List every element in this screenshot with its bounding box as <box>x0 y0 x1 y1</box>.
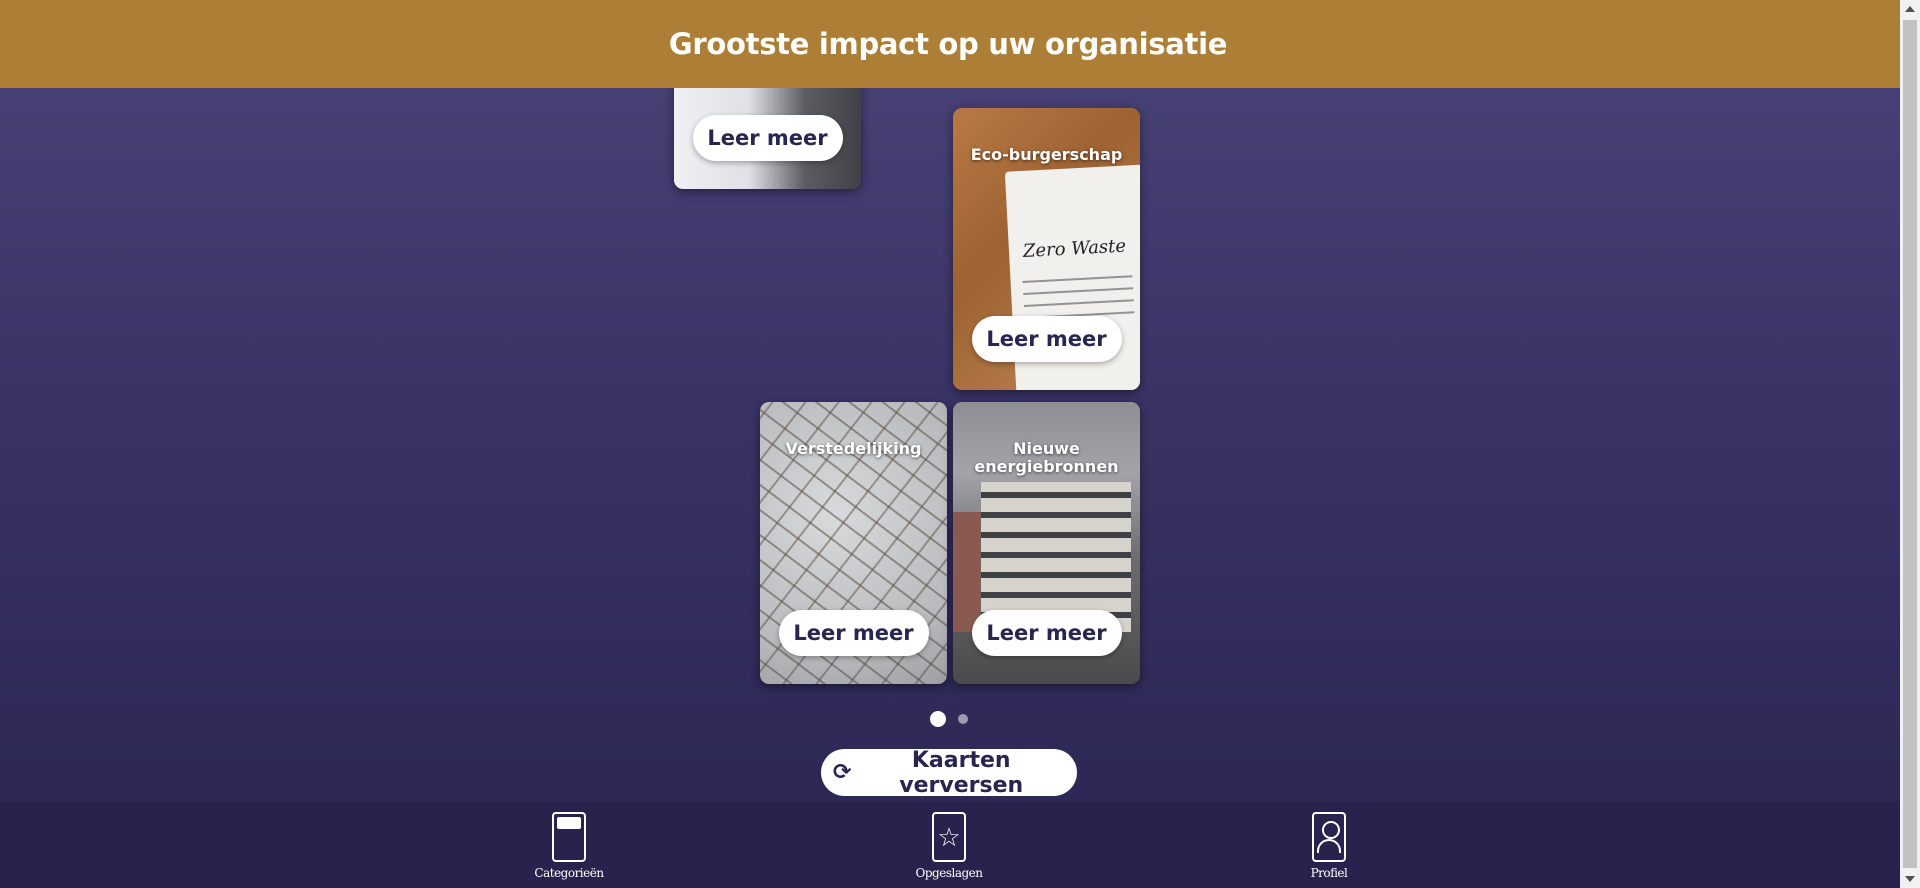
card-eco-burgerschap[interactable]: Zero Waste Eco-burgerschap Leer meer <box>953 108 1140 390</box>
learn-more-button[interactable]: Leer meer <box>971 316 1122 362</box>
scroll-up-icon[interactable] <box>1905 6 1915 12</box>
nav-saved[interactable]: ☆ Opgeslagen <box>889 812 1009 880</box>
page-dot-2[interactable] <box>958 714 968 724</box>
star-icon: ☆ <box>932 812 966 862</box>
refresh-cards-button[interactable]: ⟳ Kaarten verversen <box>821 747 1077 798</box>
categories-icon <box>552 812 586 862</box>
card-nieuwe-energiebronnen[interactable]: Nieuwe energiebronnen Leer meer <box>953 402 1140 684</box>
header-bar: Grootste impact op uw organisatie <box>0 0 1900 88</box>
nav-label: Profiel <box>1310 866 1348 880</box>
image-text: Zero Waste <box>1022 235 1127 262</box>
nav-label: Categorieën <box>534 866 604 880</box>
page-title: Grootste impact op uw organisatie <box>668 27 1228 61</box>
pagination-dots <box>930 711 968 727</box>
scrollbar-thumb[interactable] <box>1903 20 1917 868</box>
card-verstedelijking[interactable]: Verstedelijking Leer meer <box>760 402 947 684</box>
bottom-nav: Categorieën ☆ Opgeslagen Profiel <box>0 801 1900 888</box>
learn-more-button[interactable]: Leer meer <box>692 115 843 161</box>
card-title: Eco-burgerschap <box>970 145 1123 164</box>
learn-more-button[interactable]: Leer meer <box>778 610 929 656</box>
nav-label: Opgeslagen <box>915 866 983 880</box>
nav-categories[interactable]: Categorieën <box>509 812 629 880</box>
refresh-label: Kaarten verversen <box>899 747 1024 798</box>
card-title: Nieuwe energiebronnen <box>974 439 1119 476</box>
scroll-down-icon[interactable] <box>1905 876 1915 882</box>
refresh-icon: ⟳ <box>833 759 852 785</box>
page-dot-1[interactable] <box>930 711 946 727</box>
profile-icon <box>1312 812 1346 862</box>
learn-more-button[interactable]: Leer meer <box>971 610 1122 656</box>
nav-profile[interactable]: Profiel <box>1269 812 1389 880</box>
card-title: Verstedelijking <box>785 439 922 458</box>
scrollbar[interactable] <box>1900 0 1920 888</box>
